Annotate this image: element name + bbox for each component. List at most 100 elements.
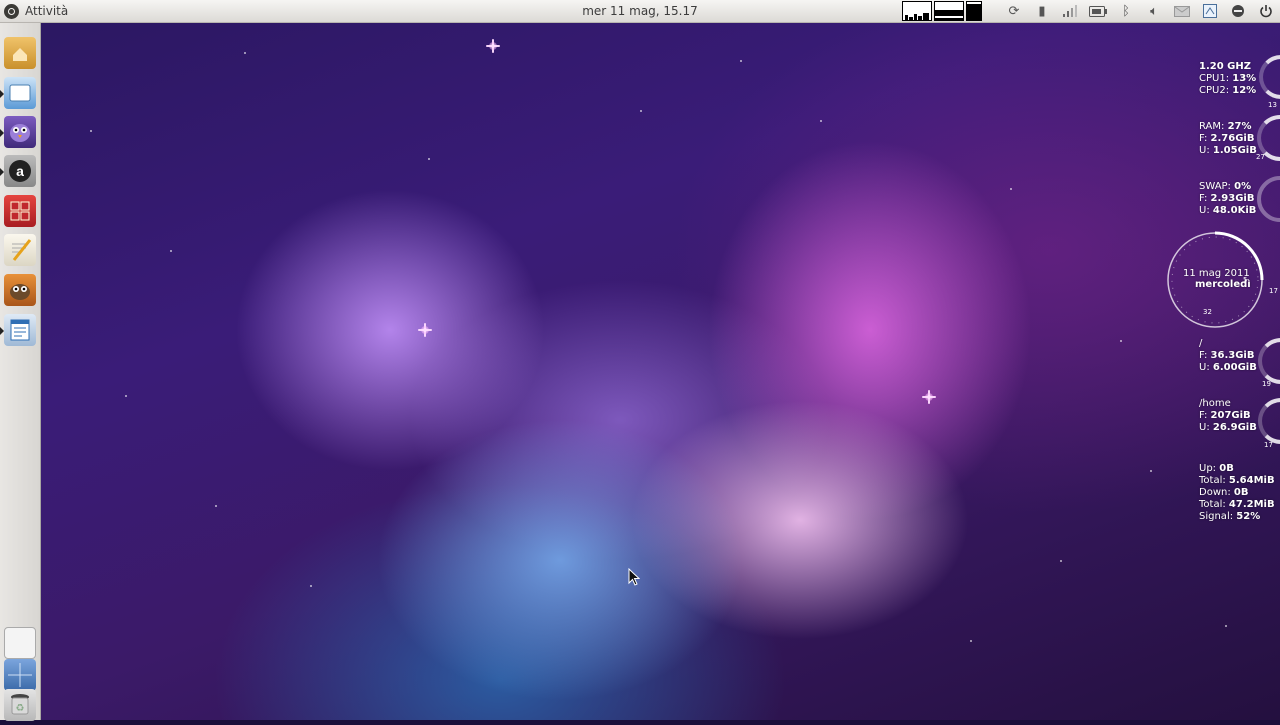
mahjongg-icon[interactable] — [4, 195, 36, 227]
net-total-up-label: Total: — [1199, 475, 1226, 486]
system-tray: ⟳ ▮ ᛒ 🔈︎ — [902, 0, 1280, 22]
ram-free-label: F: — [1199, 133, 1208, 144]
net-signal-label: Signal: — [1199, 511, 1234, 522]
ubuntu-logo-icon — [4, 3, 19, 19]
star — [215, 505, 217, 507]
star — [310, 585, 312, 587]
cpu2-label: CPU2: — [1199, 85, 1230, 96]
sync-icon[interactable]: ⟳ — [1000, 0, 1028, 22]
star — [640, 110, 642, 112]
ram-value: 27% — [1227, 121, 1252, 132]
cpu-frequency: 1.20 GHZ — [1199, 61, 1251, 72]
swap-used-value: 48.0KiB — [1212, 205, 1257, 216]
swap-used-label: U: — [1199, 205, 1210, 216]
top-panel: Attività mer 11 mag, 15.17 ⟳ ▮ ᛒ 🔈︎ — [0, 0, 1280, 23]
panel-clock[interactable]: mer 11 mag, 15.17 — [582, 4, 698, 18]
memory-graph — [934, 1, 964, 21]
clipboard-icon[interactable]: ▮ — [1028, 0, 1056, 22]
launcher: a ♻ — [0, 23, 41, 721]
star — [820, 120, 822, 122]
home-fs-label: /home — [1199, 398, 1231, 409]
swap-free-value: 2.93GiB — [1210, 193, 1255, 204]
battery-icon[interactable] — [1084, 0, 1112, 22]
text-editor-icon[interactable] — [4, 234, 36, 266]
bluetooth-icon[interactable]: ᛒ — [1112, 0, 1140, 22]
cpu-graph — [902, 1, 932, 21]
home-fs-used-label: U: — [1199, 422, 1210, 433]
network-graph — [966, 1, 982, 21]
star — [90, 130, 92, 132]
conky-root-fs-block: / F: 36.3GiB U: 6.00GiB — [1199, 338, 1257, 374]
desktop-wallpaper[interactable] — [0, 0, 1280, 720]
gimp-icon[interactable] — [4, 274, 36, 306]
home-folder-icon[interactable] — [4, 37, 36, 69]
star — [244, 52, 246, 54]
ram-used-label: U: — [1199, 145, 1210, 156]
clock-hours-label: 17 — [1269, 287, 1278, 295]
ram-ring-label: 27 — [1256, 153, 1265, 161]
conky-clock: 11 mag 2011 mercoledì 5 32 — [1165, 230, 1265, 330]
amarok-icon[interactable]: a — [0, 155, 36, 187]
power-icon[interactable] — [1252, 0, 1280, 22]
root-fs-label: / — [1199, 338, 1203, 349]
home-fs-ring-label: 17 — [1264, 441, 1273, 449]
chromium-icon[interactable] — [0, 77, 36, 109]
star — [125, 395, 127, 397]
root-fs-used-value: 6.00GiB — [1212, 362, 1257, 373]
net-total-down-label: Total: — [1199, 499, 1226, 510]
conky-home-fs-block: /home F: 207GiB U: 26.9GiB — [1199, 398, 1257, 434]
star-flare — [418, 323, 432, 337]
chat-status-icon[interactable] — [1224, 0, 1252, 22]
conky-ram-block: RAM: 27% F: 2.76GiB U: 1.05GiB — [1199, 121, 1257, 157]
home-fs-used-value: 26.9GiB — [1212, 422, 1257, 433]
cpu2-value: 12% — [1232, 85, 1257, 96]
conky-cpu-block: 1.20 GHZ CPU1: 13% CPU2: 12% — [1199, 61, 1256, 97]
mail-icon[interactable] — [1168, 0, 1196, 22]
ram-label: RAM: — [1199, 121, 1225, 132]
star-flare — [486, 39, 500, 53]
star — [1010, 188, 1012, 190]
workspace-icon[interactable] — [4, 627, 36, 659]
system-monitor-icon[interactable] — [902, 1, 984, 21]
screenshot-icon[interactable] — [1196, 0, 1224, 22]
svg-text:♻: ♻ — [16, 703, 25, 714]
star — [428, 158, 430, 160]
net-down-label: Down: — [1199, 487, 1231, 498]
svg-text:a: a — [16, 163, 24, 179]
workspaces-switcher-icon[interactable] — [4, 659, 36, 691]
cpu1-label: CPU1: — [1199, 73, 1230, 84]
net-total-down-value: 47.2MiB — [1228, 499, 1275, 510]
ram-free-value: 2.76GiB — [1210, 133, 1255, 144]
net-up-value: 0B — [1219, 463, 1234, 474]
cpu1-value: 13% — [1232, 73, 1257, 84]
star — [1150, 470, 1152, 472]
mouse-cursor-icon — [628, 567, 641, 590]
activities-label: Attività — [25, 4, 69, 18]
home-fs-free-value: 207GiB — [1210, 410, 1251, 421]
writer-icon[interactable] — [0, 314, 36, 346]
star — [170, 250, 172, 252]
clock-seconds-label: 32 — [1203, 308, 1212, 316]
root-fs-free-label: F: — [1199, 350, 1208, 361]
activities-button[interactable]: Attività — [4, 0, 68, 22]
swap-value: 0% — [1234, 181, 1252, 192]
home-fs-free-label: F: — [1199, 410, 1208, 421]
root-fs-used-label: U: — [1199, 362, 1210, 373]
net-total-up-value: 5.64MiB — [1228, 475, 1275, 486]
trash-icon[interactable]: ♻ — [4, 689, 36, 721]
conky-swap-block: SWAP: 0% F: 2.93GiB U: 48.0KiB — [1199, 181, 1256, 217]
net-signal-value: 52% — [1236, 511, 1261, 522]
root-fs-free-value: 36.3GiB — [1210, 350, 1255, 361]
star — [1225, 625, 1227, 627]
clock-minutes-label: 5 — [1243, 276, 1248, 284]
star-flare — [922, 390, 936, 404]
star — [1060, 560, 1062, 562]
volume-icon[interactable]: 🔈︎ — [1140, 0, 1168, 22]
star — [1120, 340, 1122, 342]
swap-free-label: F: — [1199, 193, 1208, 204]
net-up-label: Up: — [1199, 463, 1217, 474]
ram-used-value: 1.05GiB — [1212, 145, 1257, 156]
network-signal-icon[interactable] — [1056, 0, 1084, 22]
root-fs-ring-label: 19 — [1262, 380, 1271, 388]
pidgin-icon[interactable] — [0, 116, 36, 148]
